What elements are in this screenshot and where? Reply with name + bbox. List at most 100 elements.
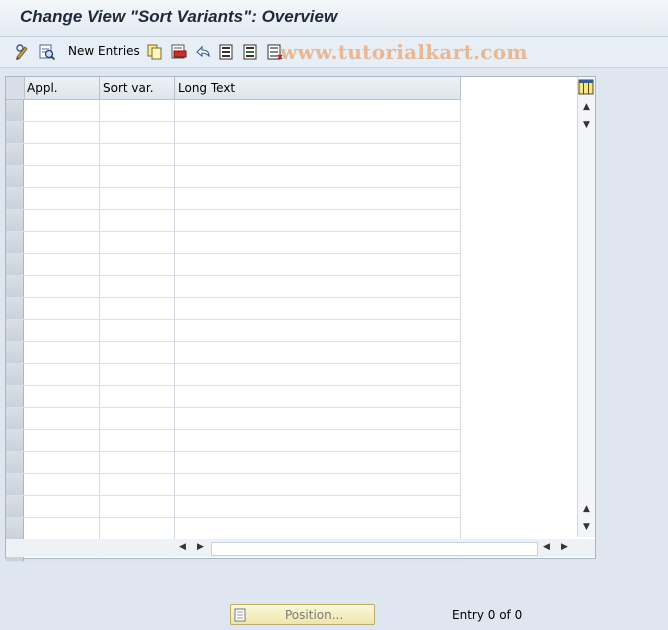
table-cell[interactable] bbox=[100, 320, 175, 341]
table-cell[interactable] bbox=[100, 276, 175, 297]
table-row[interactable] bbox=[6, 386, 461, 408]
table-cell[interactable] bbox=[24, 276, 100, 297]
table-cell[interactable] bbox=[175, 210, 461, 231]
table-cell[interactable] bbox=[24, 430, 100, 451]
table-cell[interactable] bbox=[175, 320, 461, 341]
row-selector[interactable] bbox=[6, 100, 24, 121]
scroll-down-icon[interactable]: ▼ bbox=[582, 121, 591, 130]
table-cell[interactable] bbox=[24, 188, 100, 209]
row-selector[interactable] bbox=[6, 210, 24, 231]
row-selector[interactable] bbox=[6, 342, 24, 363]
table-cell[interactable] bbox=[175, 298, 461, 319]
details-icon[interactable] bbox=[38, 43, 56, 61]
row-selector[interactable] bbox=[6, 430, 24, 451]
select-block-icon[interactable] bbox=[242, 43, 260, 61]
column-header-appl[interactable]: Appl. bbox=[24, 77, 100, 99]
row-selector[interactable] bbox=[6, 386, 24, 407]
table-row[interactable] bbox=[6, 342, 461, 364]
table-cell[interactable] bbox=[175, 232, 461, 253]
row-selector[interactable] bbox=[6, 364, 24, 385]
row-selector[interactable] bbox=[6, 232, 24, 253]
table-cell[interactable] bbox=[100, 496, 175, 517]
display-change-icon[interactable] bbox=[14, 43, 32, 61]
table-cell[interactable] bbox=[24, 210, 100, 231]
column-header-long-text[interactable]: Long Text bbox=[175, 77, 461, 99]
table-cell[interactable] bbox=[24, 320, 100, 341]
table-row[interactable] bbox=[6, 320, 461, 342]
row-selector[interactable] bbox=[6, 254, 24, 275]
table-cell[interactable] bbox=[100, 122, 175, 143]
row-selector[interactable] bbox=[6, 166, 24, 187]
row-selector[interactable] bbox=[6, 496, 24, 517]
row-selector[interactable] bbox=[6, 452, 24, 473]
vertical-scrollbar[interactable]: ▲ ▼ ▲ ▼ bbox=[577, 77, 595, 537]
table-cell[interactable] bbox=[175, 518, 461, 539]
table-cell[interactable] bbox=[175, 364, 461, 385]
table-cell[interactable] bbox=[24, 166, 100, 187]
table-cell[interactable] bbox=[24, 122, 100, 143]
horizontal-scroll-track[interactable] bbox=[211, 542, 538, 556]
table-cell[interactable] bbox=[175, 452, 461, 473]
table-cell[interactable] bbox=[24, 298, 100, 319]
scroll-right-icon[interactable]: ▶ bbox=[197, 542, 204, 552]
table-row[interactable] bbox=[6, 166, 461, 188]
table-cell[interactable] bbox=[100, 166, 175, 187]
table-cell[interactable] bbox=[24, 144, 100, 165]
undo-icon[interactable] bbox=[194, 43, 212, 61]
column-settings-icon[interactable] bbox=[578, 79, 594, 95]
row-selector[interactable] bbox=[6, 320, 24, 341]
table-cell[interactable] bbox=[24, 518, 100, 539]
table-row[interactable] bbox=[6, 122, 461, 144]
row-selector[interactable] bbox=[6, 188, 24, 209]
table-cell[interactable] bbox=[24, 386, 100, 407]
table-cell[interactable] bbox=[24, 100, 100, 121]
table-row[interactable] bbox=[6, 254, 461, 276]
table-cell[interactable] bbox=[24, 474, 100, 495]
table-cell[interactable] bbox=[100, 254, 175, 275]
row-selector[interactable] bbox=[6, 122, 24, 143]
table-cell[interactable] bbox=[175, 386, 461, 407]
row-selector[interactable] bbox=[6, 144, 24, 165]
table-row[interactable] bbox=[6, 100, 461, 122]
table-row[interactable] bbox=[6, 518, 461, 540]
table-cell[interactable] bbox=[175, 144, 461, 165]
table-cell[interactable] bbox=[24, 364, 100, 385]
copy-icon[interactable] bbox=[146, 43, 164, 61]
table-cell[interactable] bbox=[100, 100, 175, 121]
table-row[interactable] bbox=[6, 474, 461, 496]
table-row[interactable] bbox=[6, 144, 461, 166]
table-cell[interactable] bbox=[175, 188, 461, 209]
position-button[interactable]: Position... bbox=[230, 604, 375, 625]
table-cell[interactable] bbox=[100, 474, 175, 495]
table-cell[interactable] bbox=[24, 342, 100, 363]
column-header-sort-var[interactable]: Sort var. bbox=[100, 77, 175, 99]
table-row[interactable] bbox=[6, 364, 461, 386]
horizontal-scrollbar[interactable]: ◀ ▶ ◀ ▶ bbox=[6, 539, 595, 557]
table-cell[interactable] bbox=[100, 364, 175, 385]
table-cell[interactable] bbox=[175, 496, 461, 517]
table-cell[interactable] bbox=[100, 452, 175, 473]
delete-icon[interactable] bbox=[170, 43, 188, 61]
table-cell[interactable] bbox=[100, 518, 175, 539]
table-cell[interactable] bbox=[175, 122, 461, 143]
table-cell[interactable] bbox=[24, 452, 100, 473]
table-cell[interactable] bbox=[100, 430, 175, 451]
table-row[interactable] bbox=[6, 408, 461, 430]
row-selector[interactable] bbox=[6, 518, 24, 539]
table-cell[interactable] bbox=[175, 474, 461, 495]
table-row[interactable] bbox=[6, 232, 461, 254]
scroll-page-up-icon[interactable]: ▲ bbox=[582, 505, 591, 514]
table-row[interactable] bbox=[6, 496, 461, 518]
scroll-page-down-icon[interactable]: ▼ bbox=[582, 523, 591, 532]
table-cell[interactable] bbox=[175, 166, 461, 187]
table-cell[interactable] bbox=[175, 408, 461, 429]
table-cell[interactable] bbox=[24, 496, 100, 517]
scroll-left-icon[interactable]: ◀ bbox=[179, 542, 186, 552]
table-cell[interactable] bbox=[175, 276, 461, 297]
new-entries-button[interactable]: New Entries bbox=[68, 44, 140, 58]
scroll-far-left-icon[interactable]: ◀ bbox=[543, 542, 550, 552]
table-cell[interactable] bbox=[24, 254, 100, 275]
row-selector[interactable] bbox=[6, 298, 24, 319]
table-cell[interactable] bbox=[100, 298, 175, 319]
table-cell[interactable] bbox=[175, 254, 461, 275]
